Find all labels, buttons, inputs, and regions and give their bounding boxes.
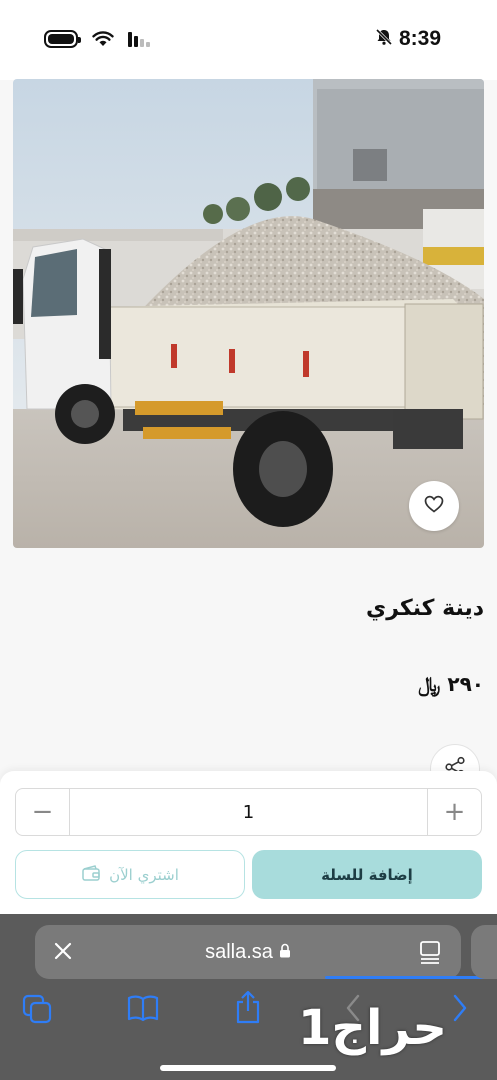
next-tab-preview[interactable] xyxy=(471,925,497,979)
buy-now-button[interactable]: اشتري الآن xyxy=(15,850,245,899)
product-price: ٢٩٠ ﷼ xyxy=(418,672,484,696)
cellular-signal-icon xyxy=(128,31,150,47)
increase-quantity-button[interactable]: + xyxy=(427,789,481,835)
status-bar: 8:39 xyxy=(0,0,497,80)
status-icons-left xyxy=(44,30,150,48)
heart-icon xyxy=(424,495,444,517)
home-indicator[interactable] xyxy=(160,1065,336,1071)
buy-now-label: اشتري الآن xyxy=(109,865,179,884)
lock-icon xyxy=(279,941,291,964)
close-icon[interactable] xyxy=(53,941,73,965)
product-page: 8:39 دينة كنكري ٢٩٠ ﷼ − 1 + اشتري الآن إ… xyxy=(0,0,497,1080)
quantity-value[interactable]: 1 xyxy=(70,789,427,835)
wishlist-button[interactable] xyxy=(409,481,459,531)
product-title: دينة كنكري xyxy=(366,596,484,621)
bell-muted-icon xyxy=(375,28,393,50)
tabs-icon[interactable] xyxy=(22,994,52,1028)
chevron-right-icon[interactable] xyxy=(452,994,468,1026)
bookmarks-icon[interactable] xyxy=(127,994,159,1026)
purchase-sheet: − 1 + اشتري الآن إضافة للسلة xyxy=(0,771,497,914)
wifi-icon xyxy=(92,31,114,47)
reader-icon[interactable] xyxy=(419,940,441,968)
battery-icon xyxy=(44,30,81,48)
add-to-cart-label: إضافة للسلة xyxy=(321,865,413,884)
quantity-stepper: − 1 + xyxy=(15,788,482,836)
share-sheet-icon[interactable] xyxy=(234,990,262,1028)
wallet-icon xyxy=(81,864,101,886)
url-display[interactable]: salla.sa xyxy=(205,941,291,964)
clock: 8:39 xyxy=(398,27,441,50)
status-icons-right: 8:39 xyxy=(375,27,441,51)
watermark-text: حراج1 xyxy=(298,1000,447,1056)
decrease-quantity-button[interactable]: − xyxy=(16,789,70,835)
add-to-cart-button[interactable]: إضافة للسلة xyxy=(252,850,482,899)
page-load-progress xyxy=(325,976,495,979)
url-text: salla.sa xyxy=(205,940,273,963)
address-bar[interactable]: salla.sa xyxy=(35,925,495,979)
product-image[interactable] xyxy=(13,79,484,548)
